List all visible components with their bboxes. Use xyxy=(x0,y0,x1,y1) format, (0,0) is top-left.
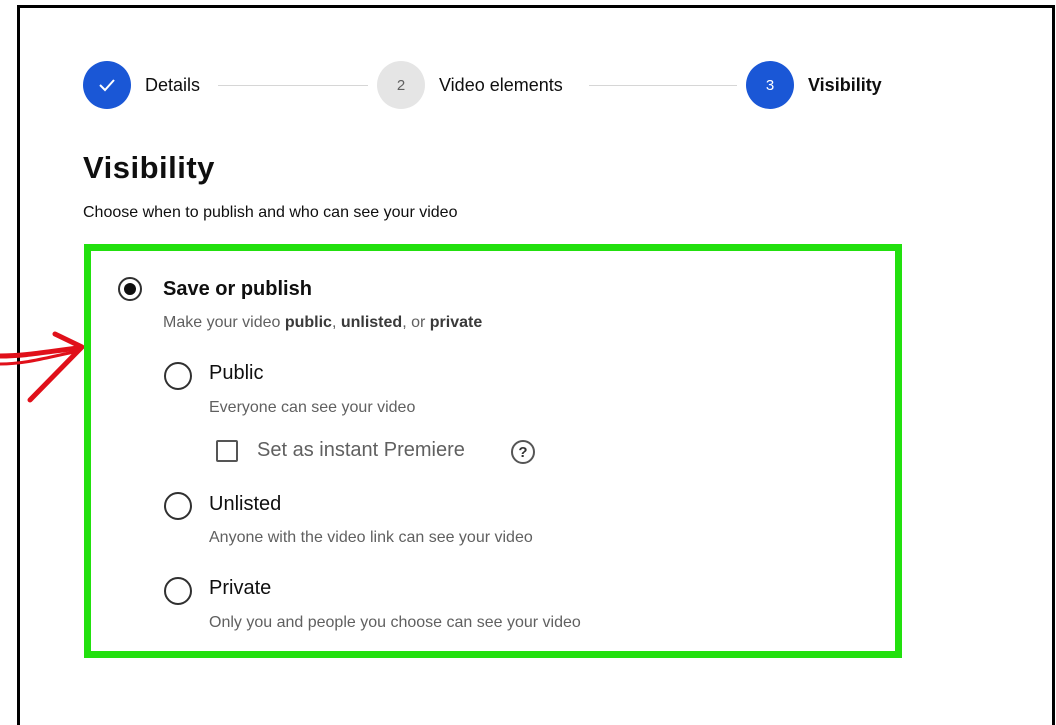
highlight-box xyxy=(84,244,902,658)
save-or-publish-label: Save or publish xyxy=(163,278,312,300)
save-or-publish-radio[interactable] xyxy=(118,277,142,301)
private-radio[interactable] xyxy=(164,577,192,605)
annotation-arrow-icon xyxy=(0,331,85,403)
step-visibility-label: Visibility xyxy=(808,74,882,95)
step-visibility[interactable]: 3 Visibility xyxy=(746,61,882,109)
step-details-label: Details xyxy=(145,74,201,95)
unlisted-label: Unlisted xyxy=(209,493,282,515)
public-radio[interactable] xyxy=(164,362,192,390)
desc-text: Make your video xyxy=(163,314,285,331)
step-connector xyxy=(589,85,737,86)
upload-stepper: Details 2 Video elements 3 Visibility xyxy=(83,61,903,111)
public-label: Public xyxy=(209,362,264,384)
step-connector xyxy=(218,85,368,86)
help-icon[interactable]: ? xyxy=(511,440,535,464)
step-details[interactable]: Details xyxy=(83,61,200,109)
desc-text: , or xyxy=(402,314,430,331)
private-label: Private xyxy=(209,577,272,599)
instant-premiere-label: Set as instant Premiere xyxy=(257,439,465,461)
public-description: Everyone can see your video xyxy=(209,399,416,416)
save-or-publish-description: Make your video public, unlisted, or pri… xyxy=(163,314,482,332)
desc-unlisted: unlisted xyxy=(340,314,403,331)
step-video-elements[interactable]: 2 Video elements xyxy=(377,61,563,109)
step-number-badge: 2 xyxy=(377,61,425,109)
page-title: Visibility xyxy=(83,150,215,185)
unlisted-description: Anyone with the video link can see your … xyxy=(209,529,533,546)
step-number-badge: 3 xyxy=(746,61,794,109)
instant-premiere-checkbox[interactable] xyxy=(216,440,238,462)
step-video-elements-label: Video elements xyxy=(439,74,563,95)
private-description: Only you and people you choose can see y… xyxy=(209,614,581,631)
unlisted-radio[interactable] xyxy=(164,492,192,520)
page-subtitle: Choose when to publish and who can see y… xyxy=(83,204,458,221)
desc-private: private xyxy=(429,314,483,331)
desc-public: public xyxy=(284,314,332,331)
check-icon xyxy=(83,61,131,109)
radio-selected-dot xyxy=(124,283,136,295)
desc-text: , xyxy=(331,314,341,331)
